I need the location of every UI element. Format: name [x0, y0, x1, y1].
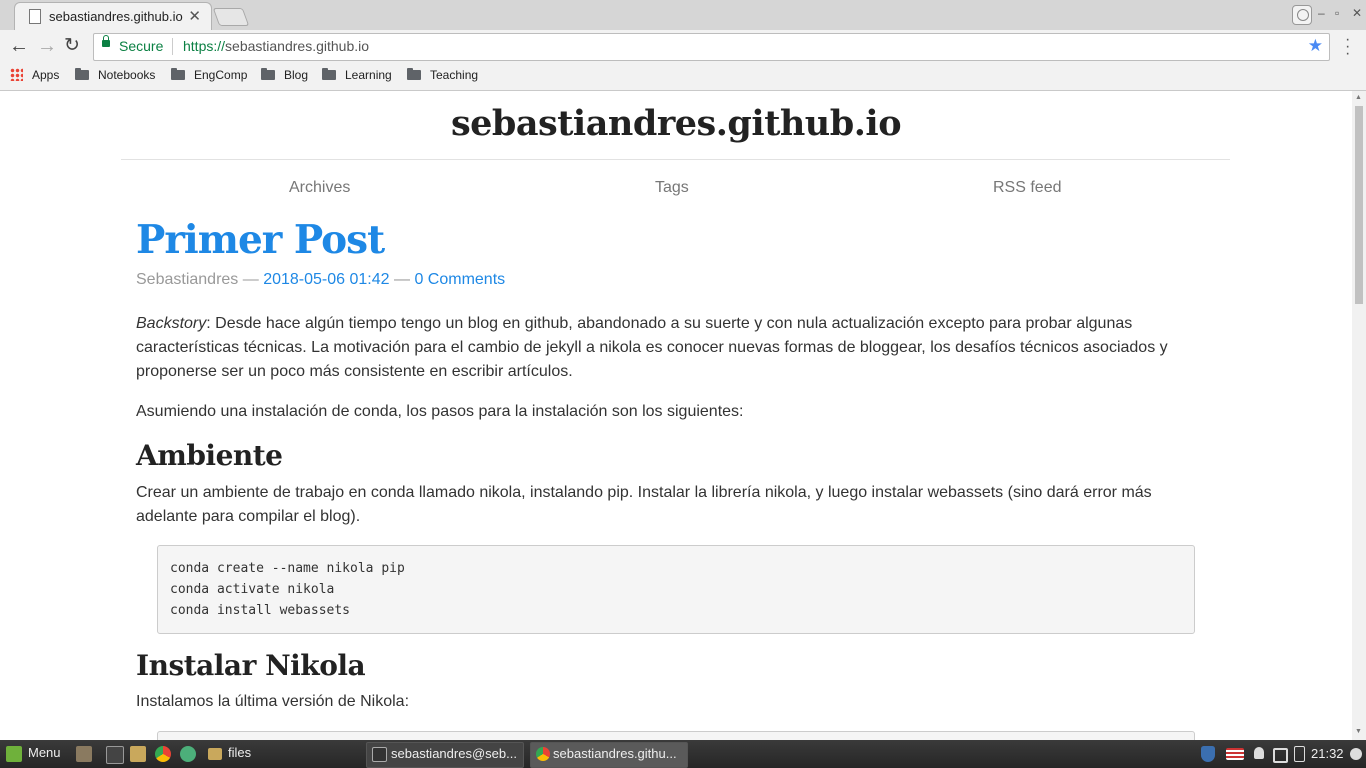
bookmark-label: Apps: [32, 68, 60, 82]
taskbar: Menu files sebastiandres@seb... sebastia…: [0, 740, 1366, 768]
forward-icon[interactable]: →: [37, 36, 57, 56]
nav-rss-feed[interactable]: RSS feed: [993, 179, 1061, 197]
backstory-label: Backstory: [136, 315, 207, 332]
backstory-text: : Desde hace algún tiempo tengo un blog …: [136, 315, 1168, 380]
heading-instalar-nikola: Instalar Nikola: [136, 649, 366, 682]
show-desktop-icon[interactable]: [76, 746, 92, 762]
back-icon[interactable]: ←: [9, 36, 29, 56]
folder-icon: [407, 68, 421, 80]
page-icon: [29, 9, 41, 24]
paragraph-instalar: Instalamos la última versión de Nikola:: [136, 693, 410, 710]
chrome-icon: [536, 747, 550, 761]
scroll-up-icon[interactable]: ▲: [1355, 94, 1362, 101]
post-title[interactable]: Primer Post: [136, 217, 385, 263]
heading-ambiente: Ambiente: [136, 439, 283, 472]
bookmark-label: Teaching: [430, 68, 479, 82]
folder-icon: [75, 68, 89, 80]
us-flag-icon[interactable]: [1226, 748, 1244, 760]
scroll-down-icon[interactable]: ▼: [1355, 728, 1362, 735]
taskbar-files[interactable]: files: [228, 745, 251, 760]
browser-menu-icon[interactable]: · · ·: [1345, 32, 1350, 62]
folder-icon: [171, 68, 185, 80]
close-window-icon[interactable]: ✕: [1352, 6, 1362, 20]
new-tab-button[interactable]: [212, 8, 250, 26]
bookmark-teaching[interactable]: Teaching: [407, 68, 478, 82]
web-page: sebastiandres.github.io Archives Tags RS…: [0, 91, 1352, 740]
start-menu-label[interactable]: Menu: [28, 745, 61, 760]
notifications-icon[interactable]: [1350, 748, 1362, 760]
shield-icon[interactable]: [1201, 746, 1215, 762]
taskbar-terminal-window[interactable]: sebastiandres@seb...: [366, 742, 524, 768]
code-block: conda create --name nikola pip conda act…: [157, 545, 1195, 634]
apps-grid-icon: [10, 68, 23, 81]
reload-icon[interactable]: ↻: [64, 36, 80, 56]
folder-icon: [261, 68, 275, 80]
comments-link[interactable]: 0 Comments: [414, 271, 505, 288]
bookmark-learning[interactable]: Learning: [322, 68, 392, 82]
battery-icon[interactable]: [1294, 746, 1305, 762]
bookmark-label: Notebooks: [98, 68, 156, 82]
file-manager-launcher-icon[interactable]: [130, 746, 146, 762]
browser-toolbar: ← → ↻ Secure https://sebastiandres.githu…: [0, 30, 1366, 63]
page-scrollbar[interactable]: ▲ ▼: [1352, 91, 1366, 740]
bookmark-notebooks[interactable]: Notebooks: [75, 68, 155, 82]
user-icon[interactable]: [1254, 747, 1264, 759]
secure-label: Secure: [119, 38, 164, 54]
terminal-window-title: sebastiandres@seb...: [391, 746, 517, 761]
bookmark-apps[interactable]: Apps: [10, 68, 59, 82]
bookmark-label: EngComp: [194, 68, 248, 82]
mint-logo-icon[interactable]: [6, 746, 22, 762]
bookmarks-bar: Apps Notebooks EngComp Blog Learning Tea…: [0, 63, 1366, 91]
profile-icon[interactable]: [1292, 5, 1312, 25]
divider: [172, 38, 173, 55]
address-bar[interactable]: Secure https://sebastiandres.github.io ★: [93, 33, 1330, 61]
taskbar-chrome-window[interactable]: sebastiandres.githu...: [530, 742, 688, 768]
folder-icon: [208, 748, 222, 760]
post-author: Sebastiandres: [136, 271, 239, 288]
minimize-icon[interactable]: –: [1318, 6, 1325, 20]
tab-strip: sebastiandres.github.io ✕ – ▫ ✕: [0, 0, 1366, 31]
chrome-window-title: sebastiandres.githu...: [553, 746, 677, 761]
scrollbar-thumb[interactable]: [1355, 106, 1363, 304]
post-date-link[interactable]: 2018-05-06 01:42: [263, 271, 389, 288]
close-tab-icon[interactable]: ✕: [188, 7, 201, 25]
url-text[interactable]: https://sebastiandres.github.io: [183, 38, 369, 54]
bookmark-star-icon[interactable]: ★: [1308, 36, 1323, 56]
terminal-icon: [372, 747, 387, 762]
bookmark-label: Blog: [284, 68, 309, 82]
maximize-icon[interactable]: ▫: [1335, 6, 1339, 20]
url-host: sebastiandres.github.io: [225, 38, 370, 54]
clock[interactable]: 21:32: [1311, 746, 1344, 761]
meta-separator: —: [393, 271, 410, 288]
paragraph-ambiente: Crear un ambiente de trabajo en conda ll…: [136, 484, 1152, 525]
meta-separator: —: [242, 271, 259, 288]
paragraph-intro: Asumiendo una instalación de conda, los …: [136, 403, 744, 420]
folder-icon: [322, 68, 336, 80]
app-launcher-icon[interactable]: [180, 746, 196, 762]
browser-tab[interactable]: sebastiandres.github.io ✕: [14, 2, 212, 31]
url-scheme: https://: [183, 38, 226, 54]
bookmark-engcomp[interactable]: EngComp: [171, 68, 247, 82]
tab-title: sebastiandres.github.io: [49, 9, 183, 24]
nav-tags[interactable]: Tags: [655, 179, 689, 197]
divider: [121, 159, 1230, 160]
bookmark-label: Learning: [345, 68, 392, 82]
nav-archives[interactable]: Archives: [289, 179, 350, 197]
window-list-icon[interactable]: [1273, 748, 1288, 763]
code-block: [157, 731, 1195, 740]
chrome-launcher-icon[interactable]: [155, 746, 171, 762]
post-meta: Sebastiandres — 2018-05-06 01:42 — 0 Com…: [136, 271, 505, 289]
lock-icon: [102, 35, 110, 47]
site-title[interactable]: sebastiandres.github.io: [0, 103, 1352, 144]
terminal-launcher-icon[interactable]: [106, 746, 124, 764]
bookmark-blog[interactable]: Blog: [261, 68, 308, 82]
paragraph-backstory: Backstory: Desde hace algún tiempo tengo…: [136, 312, 1216, 384]
